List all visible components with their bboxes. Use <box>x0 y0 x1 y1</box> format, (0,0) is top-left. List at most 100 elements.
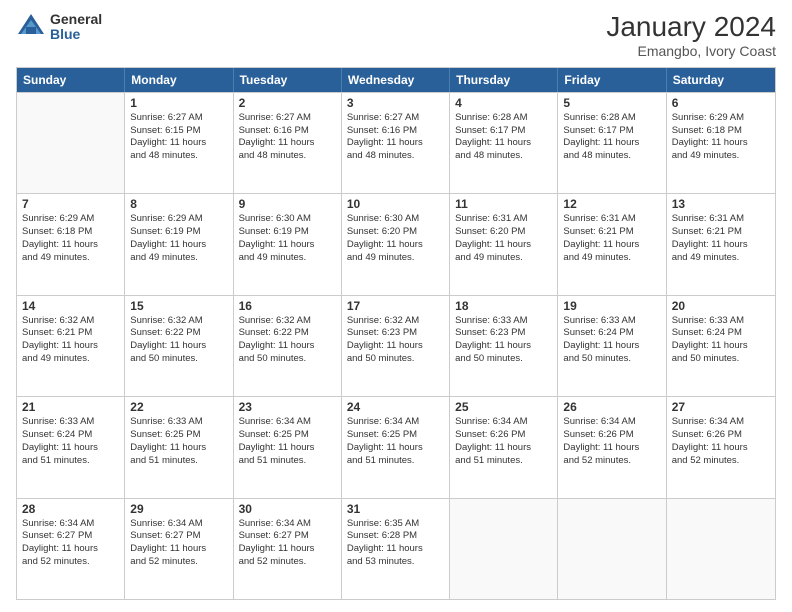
day-number: 1 <box>130 96 227 110</box>
day-info: Sunrise: 6:34 AM Sunset: 6:26 PM Dayligh… <box>563 416 660 467</box>
calendar-cell: 24Sunrise: 6:34 AM Sunset: 6:25 PM Dayli… <box>342 397 450 497</box>
calendar-cell: 4 Sunrise: 6:28 AM Sunset: 6:17 PM Daylig… <box>450 93 558 193</box>
day-info: Sunrise: 6:27 AM Sunset: 6:15 PM Dayligh… <box>130 112 227 163</box>
day-number: 28 <box>22 502 119 516</box>
day-number: 11 <box>455 197 552 211</box>
calendar-cell: 14 Sunrise: 6:32 AM Sunset: 6:21 PM Dayli… <box>17 296 125 396</box>
day-info: Sunrise: 6:34 AM Sunset: 6:26 PM Dayligh… <box>455 416 552 467</box>
day-number: 9 <box>239 197 336 211</box>
calendar-cell: 9Sunrise: 6:30 AM Sunset: 6:19 PM Daylig… <box>234 194 342 294</box>
day-info: Sunrise: 6:33 AM Sunset: 6:23 PM Dayligh… <box>455 315 552 366</box>
calendar-cell: 30Sunrise: 6:34 AM Sunset: 6:27 PM Dayli… <box>234 499 342 599</box>
day-info: Sunrise: 6:31 AM Sunset: 6:20 PM Dayligh… <box>455 213 552 264</box>
calendar-cell <box>17 93 125 193</box>
calendar-header-cell: Wednesday <box>342 68 450 92</box>
calendar-week-row: 14 Sunrise: 6:32 AM Sunset: 6:21 PM Dayli… <box>17 295 775 396</box>
logo-icon <box>16 12 46 42</box>
page: General Blue January 2024 Emangbo, Ivory… <box>0 0 792 612</box>
logo: General Blue <box>16 12 102 43</box>
day-info: Sunrise: 6:35 AM Sunset: 6:28 PM Dayligh… <box>347 518 444 569</box>
day-info: Sunrise: 6:32 AM Sunset: 6:22 PM Dayligh… <box>239 315 336 366</box>
calendar-cell: 23 Sunrise: 6:34 AM Sunset: 6:25 PM Dayli… <box>234 397 342 497</box>
day-info: Sunrise: 6:27 AM Sunset: 6:16 PM Dayligh… <box>239 112 336 163</box>
calendar-cell <box>667 499 775 599</box>
calendar-cell: 18 Sunrise: 6:33 AM Sunset: 6:23 PM Dayli… <box>450 296 558 396</box>
calendar-cell: 25 Sunrise: 6:34 AM Sunset: 6:26 PM Dayli… <box>450 397 558 497</box>
calendar-cell: 22 Sunrise: 6:33 AM Sunset: 6:25 PM Dayli… <box>125 397 233 497</box>
calendar-cell: 6 Sunrise: 6:29 AM Sunset: 6:18 PM Daylig… <box>667 93 775 193</box>
calendar-header-cell: Tuesday <box>234 68 342 92</box>
calendar-cell <box>450 499 558 599</box>
day-number: 7 <box>22 197 119 211</box>
calendar-body: 1 Sunrise: 6:27 AM Sunset: 6:15 PM Daylig… <box>17 92 775 599</box>
calendar-cell: 8 Sunrise: 6:29 AM Sunset: 6:19 PM Daylig… <box>125 194 233 294</box>
logo-text: General Blue <box>50 12 102 43</box>
calendar-cell: 21Sunrise: 6:33 AM Sunset: 6:24 PM Dayli… <box>17 397 125 497</box>
day-number: 6 <box>672 96 770 110</box>
calendar-week-row: 28 Sunrise: 6:34 AM Sunset: 6:27 PM Dayli… <box>17 498 775 599</box>
day-info: Sunrise: 6:28 AM Sunset: 6:17 PM Dayligh… <box>563 112 660 163</box>
calendar-cell: 17Sunrise: 6:32 AM Sunset: 6:23 PM Dayli… <box>342 296 450 396</box>
day-info: Sunrise: 6:34 AM Sunset: 6:26 PM Dayligh… <box>672 416 770 467</box>
day-number: 14 <box>22 299 119 313</box>
calendar-header-cell: Thursday <box>450 68 558 92</box>
day-info: Sunrise: 6:34 AM Sunset: 6:27 PM Dayligh… <box>239 518 336 569</box>
calendar-cell: 19Sunrise: 6:33 AM Sunset: 6:24 PM Dayli… <box>558 296 666 396</box>
calendar-week-row: 21Sunrise: 6:33 AM Sunset: 6:24 PM Dayli… <box>17 396 775 497</box>
day-number: 23 <box>239 400 336 414</box>
calendar-header-cell: Monday <box>125 68 233 92</box>
title-block: January 2024 Emangbo, Ivory Coast <box>606 12 776 59</box>
day-number: 26 <box>563 400 660 414</box>
day-info: Sunrise: 6:32 AM Sunset: 6:23 PM Dayligh… <box>347 315 444 366</box>
day-info: Sunrise: 6:29 AM Sunset: 6:19 PM Dayligh… <box>130 213 227 264</box>
day-info: Sunrise: 6:34 AM Sunset: 6:25 PM Dayligh… <box>239 416 336 467</box>
calendar-cell <box>558 499 666 599</box>
day-info: Sunrise: 6:27 AM Sunset: 6:16 PM Dayligh… <box>347 112 444 163</box>
calendar-week-row: 1 Sunrise: 6:27 AM Sunset: 6:15 PM Daylig… <box>17 92 775 193</box>
day-number: 16 <box>239 299 336 313</box>
calendar-cell: 7Sunrise: 6:29 AM Sunset: 6:18 PM Daylig… <box>17 194 125 294</box>
calendar-cell: 15Sunrise: 6:32 AM Sunset: 6:22 PM Dayli… <box>125 296 233 396</box>
day-number: 31 <box>347 502 444 516</box>
day-number: 4 <box>455 96 552 110</box>
calendar-cell: 3Sunrise: 6:27 AM Sunset: 6:16 PM Daylig… <box>342 93 450 193</box>
day-number: 10 <box>347 197 444 211</box>
day-number: 25 <box>455 400 552 414</box>
day-number: 8 <box>130 197 227 211</box>
day-number: 18 <box>455 299 552 313</box>
calendar-cell: 31 Sunrise: 6:35 AM Sunset: 6:28 PM Dayli… <box>342 499 450 599</box>
day-number: 5 <box>563 96 660 110</box>
calendar-header-cell: Sunday <box>17 68 125 92</box>
calendar: SundayMondayTuesdayWednesdayThursdayFrid… <box>16 67 776 600</box>
day-number: 20 <box>672 299 770 313</box>
calendar-cell: 28 Sunrise: 6:34 AM Sunset: 6:27 PM Dayli… <box>17 499 125 599</box>
day-number: 12 <box>563 197 660 211</box>
day-info: Sunrise: 6:34 AM Sunset: 6:27 PM Dayligh… <box>22 518 119 569</box>
calendar-cell: 1 Sunrise: 6:27 AM Sunset: 6:15 PM Daylig… <box>125 93 233 193</box>
subtitle: Emangbo, Ivory Coast <box>606 43 776 59</box>
day-info: Sunrise: 6:31 AM Sunset: 6:21 PM Dayligh… <box>672 213 770 264</box>
calendar-header-cell: Saturday <box>667 68 775 92</box>
calendar-cell: 20Sunrise: 6:33 AM Sunset: 6:24 PM Dayli… <box>667 296 775 396</box>
calendar-cell: 5 Sunrise: 6:28 AM Sunset: 6:17 PM Daylig… <box>558 93 666 193</box>
calendar-cell: 29Sunrise: 6:34 AM Sunset: 6:27 PM Dayli… <box>125 499 233 599</box>
day-number: 22 <box>130 400 227 414</box>
calendar-cell: 13 Sunrise: 6:31 AM Sunset: 6:21 PM Dayli… <box>667 194 775 294</box>
day-info: Sunrise: 6:32 AM Sunset: 6:21 PM Dayligh… <box>22 315 119 366</box>
day-info: Sunrise: 6:33 AM Sunset: 6:25 PM Dayligh… <box>130 416 227 467</box>
calendar-cell: 12Sunrise: 6:31 AM Sunset: 6:21 PM Dayli… <box>558 194 666 294</box>
day-number: 19 <box>563 299 660 313</box>
logo-blue: Blue <box>50 27 102 42</box>
calendar-cell: 27Sunrise: 6:34 AM Sunset: 6:26 PM Dayli… <box>667 397 775 497</box>
header: General Blue January 2024 Emangbo, Ivory… <box>16 12 776 59</box>
calendar-cell: 2 Sunrise: 6:27 AM Sunset: 6:16 PM Daylig… <box>234 93 342 193</box>
day-info: Sunrise: 6:30 AM Sunset: 6:20 PM Dayligh… <box>347 213 444 264</box>
day-number: 13 <box>672 197 770 211</box>
day-number: 29 <box>130 502 227 516</box>
day-number: 2 <box>239 96 336 110</box>
day-info: Sunrise: 6:28 AM Sunset: 6:17 PM Dayligh… <box>455 112 552 163</box>
calendar-header-cell: Friday <box>558 68 666 92</box>
day-info: Sunrise: 6:29 AM Sunset: 6:18 PM Dayligh… <box>672 112 770 163</box>
day-info: Sunrise: 6:32 AM Sunset: 6:22 PM Dayligh… <box>130 315 227 366</box>
day-number: 21 <box>22 400 119 414</box>
